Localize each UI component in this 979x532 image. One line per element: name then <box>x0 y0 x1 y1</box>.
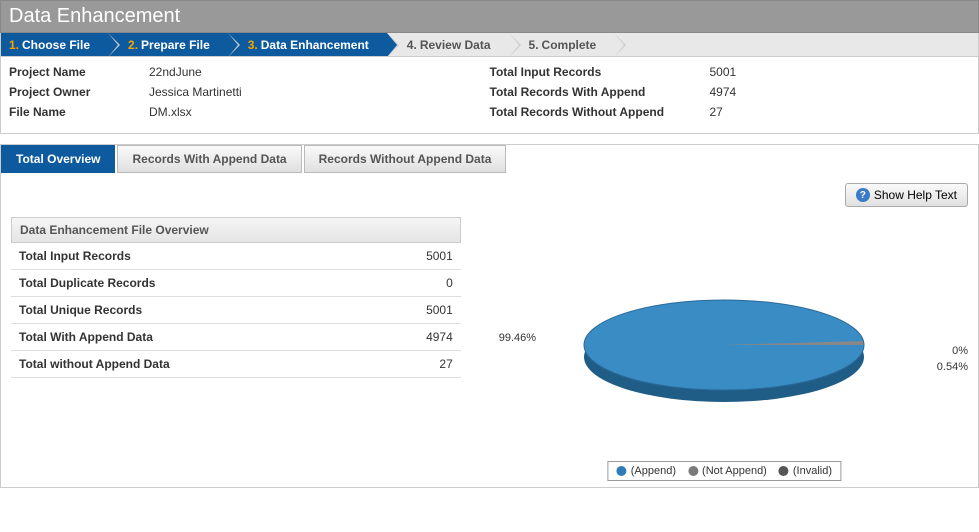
pie-svg <box>564 257 884 437</box>
legend-dot-icon <box>688 466 698 476</box>
value-project-name: 22ndJune <box>149 65 490 79</box>
label-project-name: Project Name <box>9 65 149 79</box>
crumb-complete[interactable]: 5.Complete <box>509 33 615 56</box>
crumb-prepare-file[interactable]: 2.Prepare File <box>108 33 228 56</box>
project-info-panel: Project Name22ndJune Project OwnerJessic… <box>0 57 979 134</box>
pie-label-append: 99.46% <box>499 332 536 344</box>
pie-label-notappend: 0.54% <box>937 361 968 373</box>
legend-dot-icon <box>617 466 627 476</box>
crumb-choose-file[interactable]: 1.Choose File <box>1 33 108 56</box>
overview-table: Total Input Records5001 Total Duplicate … <box>11 243 461 378</box>
table-row: Total Input Records5001 <box>11 243 461 270</box>
tabs-container: Total Overview Records With Append Data … <box>0 144 979 488</box>
tab-records-without-append[interactable]: Records Without Append Data <box>304 145 507 173</box>
table-row: Total With Append Data4974 <box>11 324 461 351</box>
tab-total-overview[interactable]: Total Overview <box>1 145 115 173</box>
help-icon: ? <box>856 188 870 202</box>
breadcrumb: 1.Choose File 2.Prepare File 3.Data Enha… <box>0 33 979 57</box>
overview-title: Data Enhancement File Overview <box>11 217 461 243</box>
page-title: Data Enhancement <box>0 0 979 33</box>
tab-records-with-append[interactable]: Records With Append Data <box>117 145 301 173</box>
label-file-name: File Name <box>9 105 149 119</box>
crumb-review-data[interactable]: 4.Review Data <box>387 33 509 56</box>
table-row: Total Duplicate Records0 <box>11 270 461 297</box>
tab-content: ? Show Help Text Data Enhancement File O… <box>1 173 978 487</box>
pie-chart: 99.46% 0% 0.54% (Append) (Not Append) (I… <box>481 217 968 477</box>
value-project-owner: Jessica Martinetti <box>149 85 490 99</box>
value-total-input: 5001 <box>710 65 770 79</box>
value-total-noappend: 27 <box>710 105 770 119</box>
label-total-input: Total Input Records <box>490 65 710 79</box>
chart-legend: (Append) (Not Append) (Invalid) <box>608 461 841 481</box>
crumb-data-enhancement[interactable]: 3.Data Enhancement <box>228 33 387 56</box>
label-project-owner: Project Owner <box>9 85 149 99</box>
table-row: Total Unique Records5001 <box>11 297 461 324</box>
pie-label-invalid: 0% <box>952 345 968 357</box>
label-total-noappend: Total Records Without Append <box>490 105 710 119</box>
legend-dot-icon <box>779 466 789 476</box>
show-help-button[interactable]: ? Show Help Text <box>845 183 968 207</box>
label-total-append: Total Records With Append <box>490 85 710 99</box>
value-file-name: DM.xlsx <box>149 105 490 119</box>
tabs: Total Overview Records With Append Data … <box>1 145 978 173</box>
table-row: Total without Append Data27 <box>11 351 461 378</box>
value-total-append: 4974 <box>710 85 770 99</box>
